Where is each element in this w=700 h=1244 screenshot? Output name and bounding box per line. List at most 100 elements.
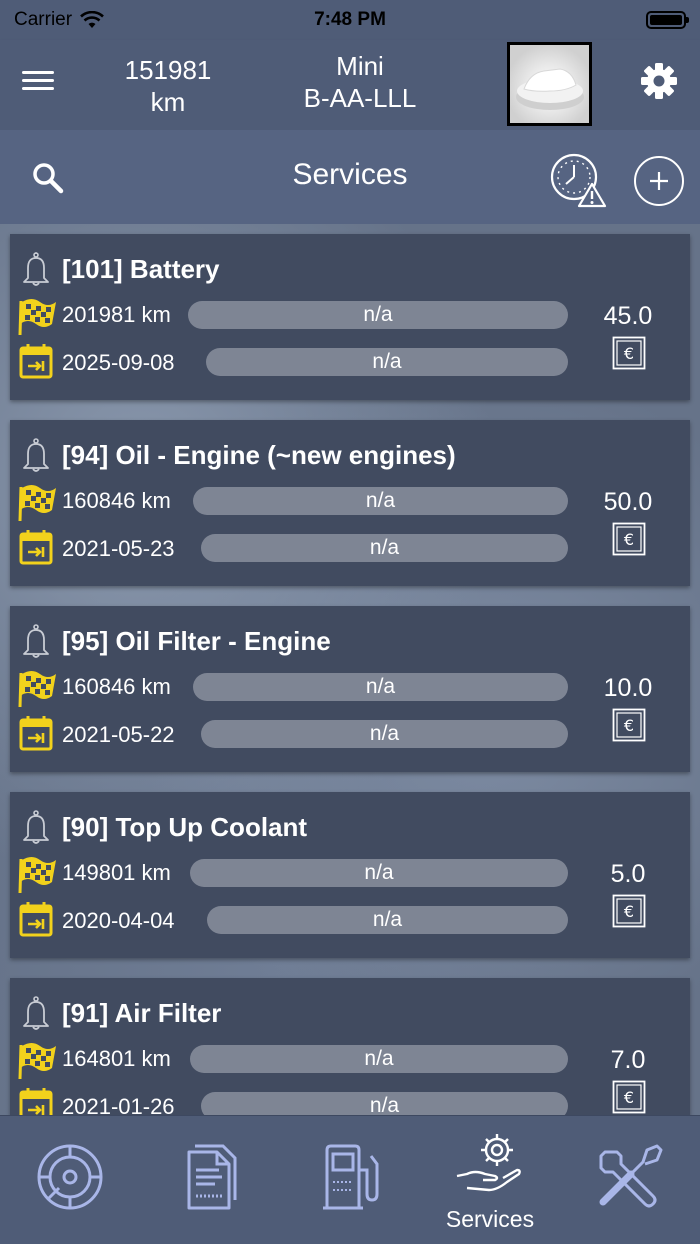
bell-icon[interactable] (18, 436, 54, 474)
odometer-value: 151981 (124, 55, 212, 85)
date-progress-bar: n/a (201, 534, 568, 562)
services-gear-hand-icon (456, 1134, 521, 1192)
carrier-label: Carrier (14, 9, 73, 30)
calendar-icon (19, 902, 53, 937)
checkered-flag-icon (18, 671, 56, 708)
calendar-icon (19, 344, 53, 379)
svg-text:€: € (624, 1088, 634, 1107)
date-progress-label: n/a (372, 908, 403, 931)
bell-icon[interactable] (18, 622, 54, 660)
carrier-group: Carrier (14, 9, 104, 31)
date-progress-label: n/a (369, 722, 400, 745)
dashboard-gauge-icon (37, 1144, 103, 1210)
service-card[interactable]: [91] Air Filter 164801 km n/a 2021-01-26… (10, 978, 690, 1115)
wifi-icon (80, 11, 104, 28)
euro-receipt-icon: € (612, 522, 646, 556)
services-list[interactable]: [101] Battery 201981 km n/a 2025-09-08 n… (0, 224, 700, 1115)
svg-text:€: € (624, 530, 634, 549)
battery-icon (646, 11, 689, 29)
tools-icon (599, 1144, 663, 1208)
km-progress-label: n/a (365, 675, 396, 698)
svg-text:€: € (624, 716, 634, 735)
bell-icon[interactable] (18, 808, 54, 846)
search-icon (33, 163, 64, 194)
euro-receipt-icon: € (612, 1080, 646, 1114)
calendar-icon (19, 1088, 53, 1115)
service-title: [95] Oil Filter - Engine (62, 626, 331, 656)
euro-receipt-icon: € (612, 894, 646, 928)
vehicle-photo[interactable] (507, 42, 592, 126)
service-card[interactable]: [101] Battery 201981 km n/a 2025-09-08 n… (10, 234, 690, 400)
service-due-date: 2025-09-08 (62, 350, 175, 375)
service-due-date: 2021-05-22 (62, 722, 175, 747)
km-progress-label: n/a (364, 1047, 394, 1070)
service-card[interactable]: [95] Oil Filter - Engine 160846 km n/a 2… (10, 606, 690, 772)
calendar-icon (19, 716, 53, 751)
tab-documents[interactable] (140, 1116, 280, 1244)
service-cost: 45.0 (603, 302, 653, 330)
vehicle-name: Mini (336, 51, 384, 81)
service-title: [91] Air Filter (62, 998, 222, 1028)
service-card[interactable]: [94] Oil - Engine (~new engines) 160846 … (10, 420, 690, 586)
bell-icon[interactable] (18, 250, 54, 288)
bell-icon[interactable] (18, 994, 54, 1032)
date-progress-label: n/a (369, 1094, 400, 1115)
service-cost: 7.0 (610, 1046, 646, 1074)
checkered-flag-icon (18, 485, 56, 522)
checkered-flag-icon (18, 857, 56, 894)
service-title: [90] Top Up Coolant (62, 812, 308, 842)
date-progress-label: n/a (369, 536, 400, 559)
service-due-date: 2021-05-23 (62, 536, 175, 561)
vehicle-plate: B-AA-LLL (303, 83, 417, 113)
svg-text:€: € (624, 344, 634, 363)
service-title: [94] Oil - Engine (~new engines) (62, 440, 456, 470)
km-progress-bar: n/a (193, 487, 568, 515)
vehicle-info: Mini B-AA-LLL (280, 50, 440, 114)
reminders-button[interactable] (548, 150, 608, 210)
date-progress-label: n/a (372, 350, 402, 373)
services-header: Services (0, 130, 700, 224)
km-progress-label: n/a (364, 861, 394, 884)
svg-text:€: € (624, 902, 634, 921)
km-progress-bar: n/a (193, 673, 568, 701)
checkered-flag-icon (18, 1043, 56, 1080)
service-card[interactable]: [90] Top Up Coolant 149801 km n/a 2020-0… (10, 792, 690, 958)
service-due-km: 164801 km (62, 1046, 171, 1071)
menu-button[interactable] (22, 66, 58, 102)
euro-receipt-icon: € (612, 336, 646, 370)
service-cost: 50.0 (603, 488, 653, 516)
service-due-km: 201981 km (62, 302, 171, 327)
service-cost: 5.0 (610, 860, 646, 888)
tab-bar: Services (0, 1115, 700, 1244)
km-progress-bar: n/a (188, 301, 568, 329)
status-bar: Carrier 7:48 PM (0, 0, 700, 40)
date-progress-bar: n/a (206, 348, 568, 376)
settings-button[interactable] (640, 62, 678, 100)
date-progress-bar: n/a (207, 906, 568, 934)
gear-icon (641, 63, 677, 99)
odometer-unit: km (150, 87, 186, 117)
km-progress-bar: n/a (190, 859, 568, 887)
add-service-button[interactable] (634, 156, 684, 206)
calendar-icon (19, 530, 53, 565)
odometer: 151981 km (110, 54, 226, 118)
tab-fuel[interactable] (280, 1116, 420, 1244)
search-button[interactable] (30, 160, 66, 196)
tab-dashboard[interactable] (0, 1116, 140, 1244)
car-placeholder-icon (516, 68, 584, 110)
service-due-km: 160846 km (62, 488, 171, 513)
tab-services[interactable]: Services (420, 1116, 560, 1244)
documents-icon (187, 1144, 237, 1210)
plus-icon (650, 172, 668, 190)
service-cost: 10.0 (603, 674, 653, 702)
euro-receipt-icon: € (612, 708, 646, 742)
date-progress-bar: n/a (201, 720, 568, 748)
tab-services-label: Services (445, 1206, 535, 1232)
service-due-date: 2020-04-04 (62, 908, 175, 933)
checkered-flag-icon (18, 299, 56, 336)
clock-warning-icon (550, 153, 607, 208)
date-progress-bar: n/a (201, 1092, 568, 1115)
service-due-km: 149801 km (62, 860, 171, 885)
service-due-date: 2021-01-26 (62, 1094, 175, 1115)
tab-tools[interactable] (560, 1116, 700, 1244)
